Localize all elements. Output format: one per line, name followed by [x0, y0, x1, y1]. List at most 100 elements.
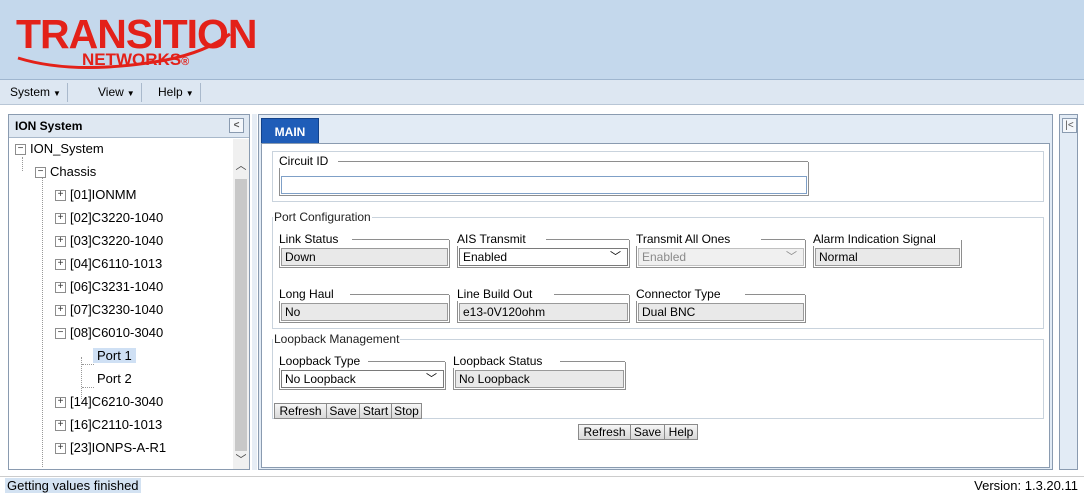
link-status-field: Link Status Down: [279, 232, 450, 268]
caret-down-icon: ▼: [53, 89, 61, 98]
status-text: Getting values finished: [5, 478, 141, 493]
save-button[interactable]: Save: [630, 424, 665, 440]
expand-node-icon[interactable]: +: [55, 259, 66, 271]
loopback-stop-button[interactable]: Stop: [391, 403, 422, 419]
transition-networks-logo: TRANSITION NETWORKS®: [16, 12, 258, 78]
refresh-button[interactable]: Refresh: [578, 424, 631, 440]
alarm-indication-value: Normal: [815, 248, 960, 266]
expand-node-icon[interactable]: +: [55, 305, 66, 317]
tree-connector: [22, 157, 23, 171]
loopback-type-field: Loopback Type No Loopback ﹀: [279, 354, 446, 390]
port-configuration-legend: Port Configuration: [274, 210, 371, 224]
caret-down-icon: ▼: [185, 89, 194, 98]
loopback-type-label: Loopback Type: [279, 354, 362, 368]
tree-node[interactable]: − ION_System: [15, 139, 104, 159]
panel-splitter[interactable]: [252, 114, 257, 470]
transmit-all-ones-select: Enabled ﹀: [638, 248, 804, 266]
tree-connector: [42, 177, 43, 467]
tree-node[interactable]: − Chassis: [35, 162, 96, 182]
scroll-down-icon[interactable]: ﹀: [233, 451, 249, 467]
tree-node[interactable]: + [14]C6210-3040: [55, 392, 163, 412]
expand-node-icon[interactable]: +: [55, 213, 66, 225]
expand-node-icon[interactable]: +: [55, 443, 66, 455]
connector-type-label: Connector Type: [636, 287, 722, 301]
caret-down-icon: ▼: [126, 89, 135, 98]
loopback-management-group: Loopback Management Loopback Type No Loo…: [272, 332, 1044, 419]
expand-node-icon[interactable]: +: [55, 397, 66, 409]
panel-title: ION System: [15, 119, 83, 133]
main-content: Circuit ID Port Configuration Link Statu…: [261, 143, 1050, 468]
tree-node[interactable]: + [04]C6110-1013: [55, 254, 162, 274]
circuit-id-label: Circuit ID: [279, 154, 330, 168]
alarm-indication-label: Alarm Indication Signal: [813, 232, 937, 246]
loopback-refresh-button[interactable]: Refresh: [274, 403, 327, 419]
transmit-all-ones-label: Transmit All Ones: [636, 232, 732, 246]
link-status-label: Link Status: [279, 232, 340, 246]
connector-type-value: Dual BNC: [638, 303, 804, 321]
scroll-up-icon[interactable]: ︿: [233, 157, 249, 173]
main-panel: MAIN Circuit ID Port Configuration Link …: [258, 114, 1053, 470]
tree-node[interactable]: + [06]C3231-1040: [55, 277, 163, 297]
collapse-node-icon[interactable]: −: [55, 328, 66, 340]
chevron-down-icon: ﹀: [610, 251, 621, 263]
tree-node[interactable]: + [02]C3220-1040: [55, 208, 163, 228]
tree-node[interactable]: − [08]C6010-3040: [55, 323, 163, 343]
app-header: TRANSITION NETWORKS®: [0, 0, 1084, 80]
device-tree: − ION_System − Chassis + [01]IONMM + [02]C32…: [9, 139, 233, 469]
collapse-node-icon[interactable]: −: [35, 167, 46, 179]
tree-node[interactable]: + [07]C3230-1040: [55, 300, 163, 320]
collapse-node-icon[interactable]: −: [15, 144, 26, 156]
expand-node-icon[interactable]: +: [55, 190, 66, 202]
logo-swoosh-icon: [17, 32, 231, 70]
menu-help[interactable]: Help ▼: [152, 83, 201, 102]
connector-type-field: Connector Type Dual BNC: [636, 287, 806, 323]
long-haul-label: Long Haul: [279, 287, 335, 301]
line-build-out-field: Line Build Out e13-0V120ohm: [457, 287, 630, 323]
version-text: Version: 1.3.20.11: [974, 478, 1078, 493]
loopback-save-button[interactable]: Save: [326, 403, 360, 419]
ion-system-panel: ION System < − ION_System − Chassis + [01]I…: [8, 114, 250, 470]
logo-sub-text: NETWORKS®: [82, 50, 190, 69]
tree-node[interactable]: + [03]C3220-1040: [55, 231, 163, 251]
ais-transmit-label: AIS Transmit: [457, 232, 527, 246]
loopback-type-select[interactable]: No Loopback ﹀: [281, 370, 444, 388]
loopback-start-button[interactable]: Start: [359, 403, 392, 419]
tab-main[interactable]: MAIN: [261, 118, 319, 144]
panel-header: ION System <: [9, 115, 249, 138]
menu-system[interactable]: System ▼: [4, 83, 68, 102]
help-button[interactable]: Help: [664, 424, 698, 440]
collapse-left-icon[interactable]: <: [229, 118, 244, 133]
expand-node-icon[interactable]: +: [55, 282, 66, 294]
line-build-out-value: e13-0V120ohm: [459, 303, 628, 321]
right-collapsed-panel: |<: [1059, 114, 1078, 470]
link-status-value: Down: [281, 248, 448, 266]
expand-node-icon[interactable]: +: [55, 236, 66, 248]
ais-transmit-field: AIS Transmit Enabled ﹀: [457, 232, 630, 268]
long-haul-field: Long Haul No: [279, 287, 450, 323]
status-bar: Getting values finished Version: 1.3.20.…: [0, 476, 1084, 493]
tree-node[interactable]: + [01]IONMM: [55, 185, 136, 205]
port-configuration-group: Port Configuration Link Status Down AIS …: [272, 210, 1044, 329]
circuit-id-group: Circuit ID: [272, 151, 1044, 202]
tree-scrollbar[interactable]: ︿ ﹀: [233, 139, 249, 469]
transmit-all-ones-field: Transmit All Ones Enabled ﹀: [636, 232, 806, 268]
scrollbar-thumb[interactable]: [235, 179, 247, 451]
loopback-status-field: Loopback Status No Loopback: [453, 354, 626, 390]
loopback-status-label: Loopback Status: [453, 354, 544, 368]
circuit-id-input[interactable]: [281, 176, 807, 194]
chevron-down-icon: ﹀: [426, 373, 437, 385]
menu-view[interactable]: View ▼: [92, 83, 142, 102]
tree-node-selected[interactable]: Port 1: [93, 346, 136, 366]
tree-node[interactable]: + [23]IONPS-A-R1: [55, 438, 166, 458]
expand-node-icon[interactable]: +: [55, 420, 66, 432]
tree-node[interactable]: + [16]C2110-1013: [55, 415, 162, 435]
line-build-out-label: Line Build Out: [457, 287, 534, 301]
loopback-status-value: No Loopback: [455, 370, 624, 388]
loopback-management-legend: Loopback Management: [274, 332, 400, 346]
circuit-id-field: Circuit ID: [279, 154, 809, 196]
alarm-indication-field: Alarm Indication Signal Normal: [813, 232, 962, 268]
ais-transmit-select[interactable]: Enabled ﹀: [459, 248, 628, 266]
long-haul-value: No: [281, 303, 448, 321]
expand-right-icon[interactable]: |<: [1062, 118, 1077, 133]
tree-node[interactable]: Port 2: [93, 369, 136, 389]
